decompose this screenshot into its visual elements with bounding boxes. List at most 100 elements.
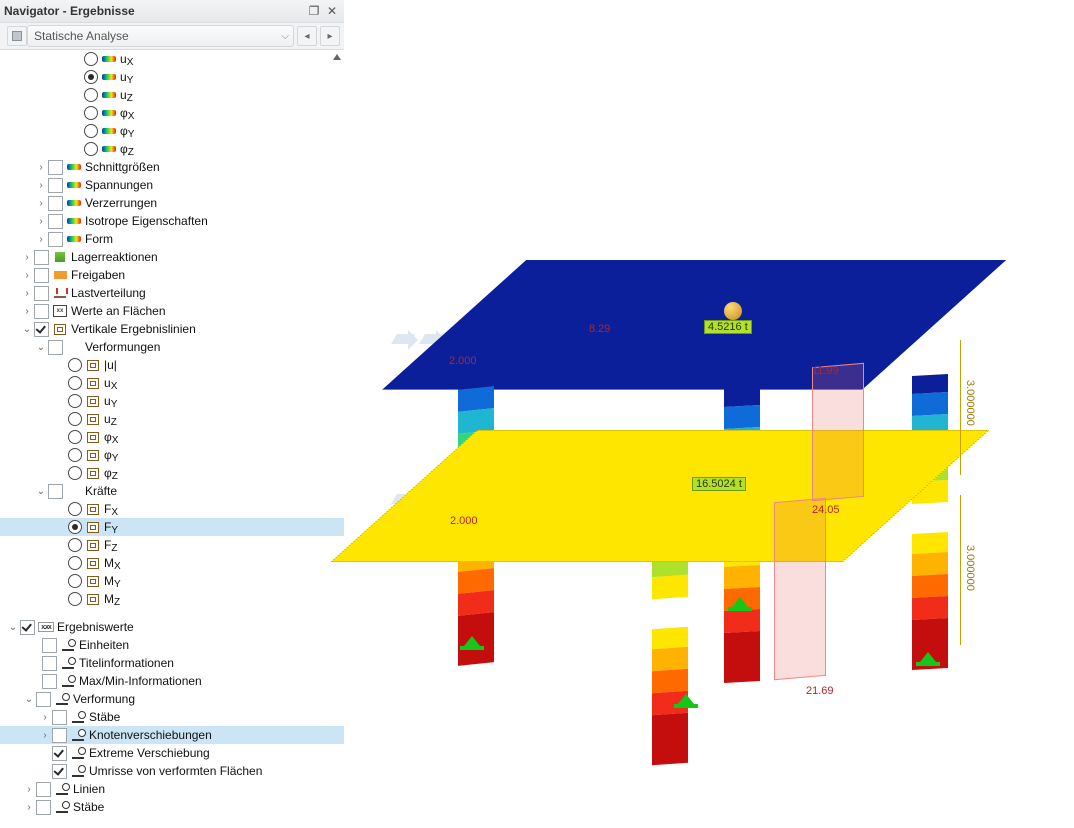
chevron-right-icon[interactable]: ›: [20, 304, 34, 318]
checkbox[interactable]: [34, 250, 49, 265]
tree-item-fx[interactable]: FX: [0, 500, 344, 518]
tree-item-mz[interactable]: MZ: [0, 590, 344, 608]
scroll-up-icon[interactable]: [332, 54, 342, 64]
chevron-down-icon[interactable]: ⌄: [20, 322, 34, 336]
chevron-right-icon[interactable]: ›: [38, 710, 52, 724]
chevron-right-icon[interactable]: ›: [34, 196, 48, 210]
tree-item-uz[interactable]: uZ: [0, 86, 344, 104]
tree-item-spann[interactable]: ›Spannungen: [0, 176, 344, 194]
close-icon[interactable]: ✕: [324, 3, 340, 19]
checkbox[interactable]: [48, 178, 63, 193]
tree-item-vertikal[interactable]: ⌄Vertikale Ergebnislinien: [0, 320, 344, 338]
tree-item-ux[interactable]: uX: [0, 50, 344, 68]
tree-item-freig[interactable]: ›Freigaben: [0, 266, 344, 284]
radio-button[interactable]: [84, 106, 98, 120]
radio-button[interactable]: [68, 574, 82, 588]
result-tree[interactable]: uXuYuZφXφYφZ›Schnittgrößen›Spannungen›Ve…: [0, 50, 344, 828]
radio-button[interactable]: [68, 538, 82, 552]
chevron-right-icon[interactable]: ›: [22, 782, 36, 796]
radio-button[interactable]: [84, 88, 98, 102]
radio-button[interactable]: [68, 376, 82, 390]
tree-item-kraefte[interactable]: ⌄Kräfte: [0, 482, 344, 500]
chevron-right-icon[interactable]: ›: [22, 800, 36, 814]
radio-button[interactable]: [68, 358, 82, 372]
tree-item-umrisse[interactable]: Umrisse von verformten Flächen: [0, 762, 344, 780]
tree-item-wertefl[interactable]: ›xxWerte an Flächen: [0, 302, 344, 320]
chevron-right-icon[interactable]: ›: [20, 250, 34, 264]
radio-button[interactable]: [84, 52, 98, 66]
checkbox[interactable]: [34, 322, 49, 337]
tree-item-verz[interactable]: ›Verzerrungen: [0, 194, 344, 212]
radio-button[interactable]: [68, 592, 82, 606]
tree-item-lager[interactable]: ›Lagerreaktionen: [0, 248, 344, 266]
tree-item-v_uz[interactable]: uZ: [0, 410, 344, 428]
tree-item-iso[interactable]: ›Isotrope Eigenschaften: [0, 212, 344, 230]
radio-button[interactable]: [84, 70, 98, 84]
checkbox[interactable]: [52, 746, 67, 761]
checkbox[interactable]: [52, 710, 67, 725]
radio-button[interactable]: [68, 448, 82, 462]
chevron-right-icon[interactable]: ›: [34, 178, 48, 192]
checkbox[interactable]: [52, 728, 67, 743]
radio-button[interactable]: [84, 124, 98, 138]
tree-item-phix[interactable]: φX: [0, 104, 344, 122]
chevron-down-icon[interactable]: ⌄: [22, 692, 36, 706]
nav-fwd-icon[interactable]: ▸: [320, 26, 340, 46]
tree-item-phiz[interactable]: φZ: [0, 140, 344, 158]
tree-item-linien[interactable]: ›Linien: [0, 780, 344, 798]
checkbox[interactable]: [48, 196, 63, 211]
chevron-down-icon[interactable]: ⌄: [6, 620, 20, 634]
checkbox[interactable]: [42, 674, 57, 689]
model-viewport[interactable]: 4.5216 t 16.5024 t 3.000000 3.000000: [344, 0, 1074, 828]
chevron-right-icon[interactable]: ›: [34, 214, 48, 228]
checkbox[interactable]: [52, 764, 67, 779]
radio-button[interactable]: [68, 394, 82, 408]
checkbox[interactable]: [36, 782, 51, 797]
tree-item-verformungen[interactable]: ⌄Verformungen: [0, 338, 344, 356]
tree-item-ergwerte[interactable]: ⌄x.xxErgebniswerte: [0, 618, 344, 636]
tree-item-titel[interactable]: Titelinformationen: [0, 654, 344, 672]
tree-item-form[interactable]: ›Form: [0, 230, 344, 248]
checkbox[interactable]: [48, 160, 63, 175]
tree-item-u_abs[interactable]: |u|: [0, 356, 344, 374]
checkbox[interactable]: [42, 656, 57, 671]
tree-item-fz[interactable]: FZ: [0, 536, 344, 554]
tree-item-lastv[interactable]: ›Lastverteilung: [0, 284, 344, 302]
chevron-right-icon[interactable]: ›: [20, 268, 34, 282]
checkbox[interactable]: [20, 620, 35, 635]
tree-item-v_ux[interactable]: uX: [0, 374, 344, 392]
tree-item-phiy[interactable]: φY: [0, 122, 344, 140]
tree-item-maxmin[interactable]: Max/Min-Informationen: [0, 672, 344, 690]
tree-item-verformung[interactable]: ⌄Verformung: [0, 690, 344, 708]
tree-item-v_phiy[interactable]: φY: [0, 446, 344, 464]
radio-button[interactable]: [84, 142, 98, 156]
checkbox[interactable]: [48, 340, 63, 355]
tree-item-v_uy[interactable]: uY: [0, 392, 344, 410]
checkbox[interactable]: [36, 692, 51, 707]
checkbox[interactable]: [48, 214, 63, 229]
tree-item-schnitt[interactable]: ›Schnittgrößen: [0, 158, 344, 176]
chevron-down-icon[interactable]: ⌄: [34, 340, 48, 354]
tree-item-staebe2[interactable]: ›Stäbe: [0, 798, 344, 816]
tree-item-v_phiz[interactable]: φZ: [0, 464, 344, 482]
chevron-right-icon[interactable]: ›: [34, 160, 48, 174]
checkbox[interactable]: [42, 638, 57, 653]
tree-item-extrem[interactable]: Extreme Verschiebung: [0, 744, 344, 762]
analysis-dropdown[interactable]: Statische Analyse ⌵: [27, 25, 294, 47]
radio-button[interactable]: [68, 430, 82, 444]
chevron-right-icon[interactable]: ›: [20, 286, 34, 300]
checkbox[interactable]: [48, 232, 63, 247]
pin-icon[interactable]: ❐: [306, 3, 322, 19]
tree-item-mx[interactable]: MX: [0, 554, 344, 572]
analysis-type-icon[interactable]: [7, 26, 27, 46]
checkbox[interactable]: [34, 286, 49, 301]
checkbox[interactable]: [34, 304, 49, 319]
tree-item-knot[interactable]: ›Knotenverschiebungen: [0, 726, 344, 744]
chevron-right-icon[interactable]: ›: [38, 728, 52, 742]
tree-item-staebe1[interactable]: ›Stäbe: [0, 708, 344, 726]
checkbox[interactable]: [48, 484, 63, 499]
chevron-down-icon[interactable]: ⌄: [34, 484, 48, 498]
checkbox[interactable]: [34, 268, 49, 283]
radio-button[interactable]: [68, 466, 82, 480]
tree-item-einheiten[interactable]: Einheiten: [0, 636, 344, 654]
